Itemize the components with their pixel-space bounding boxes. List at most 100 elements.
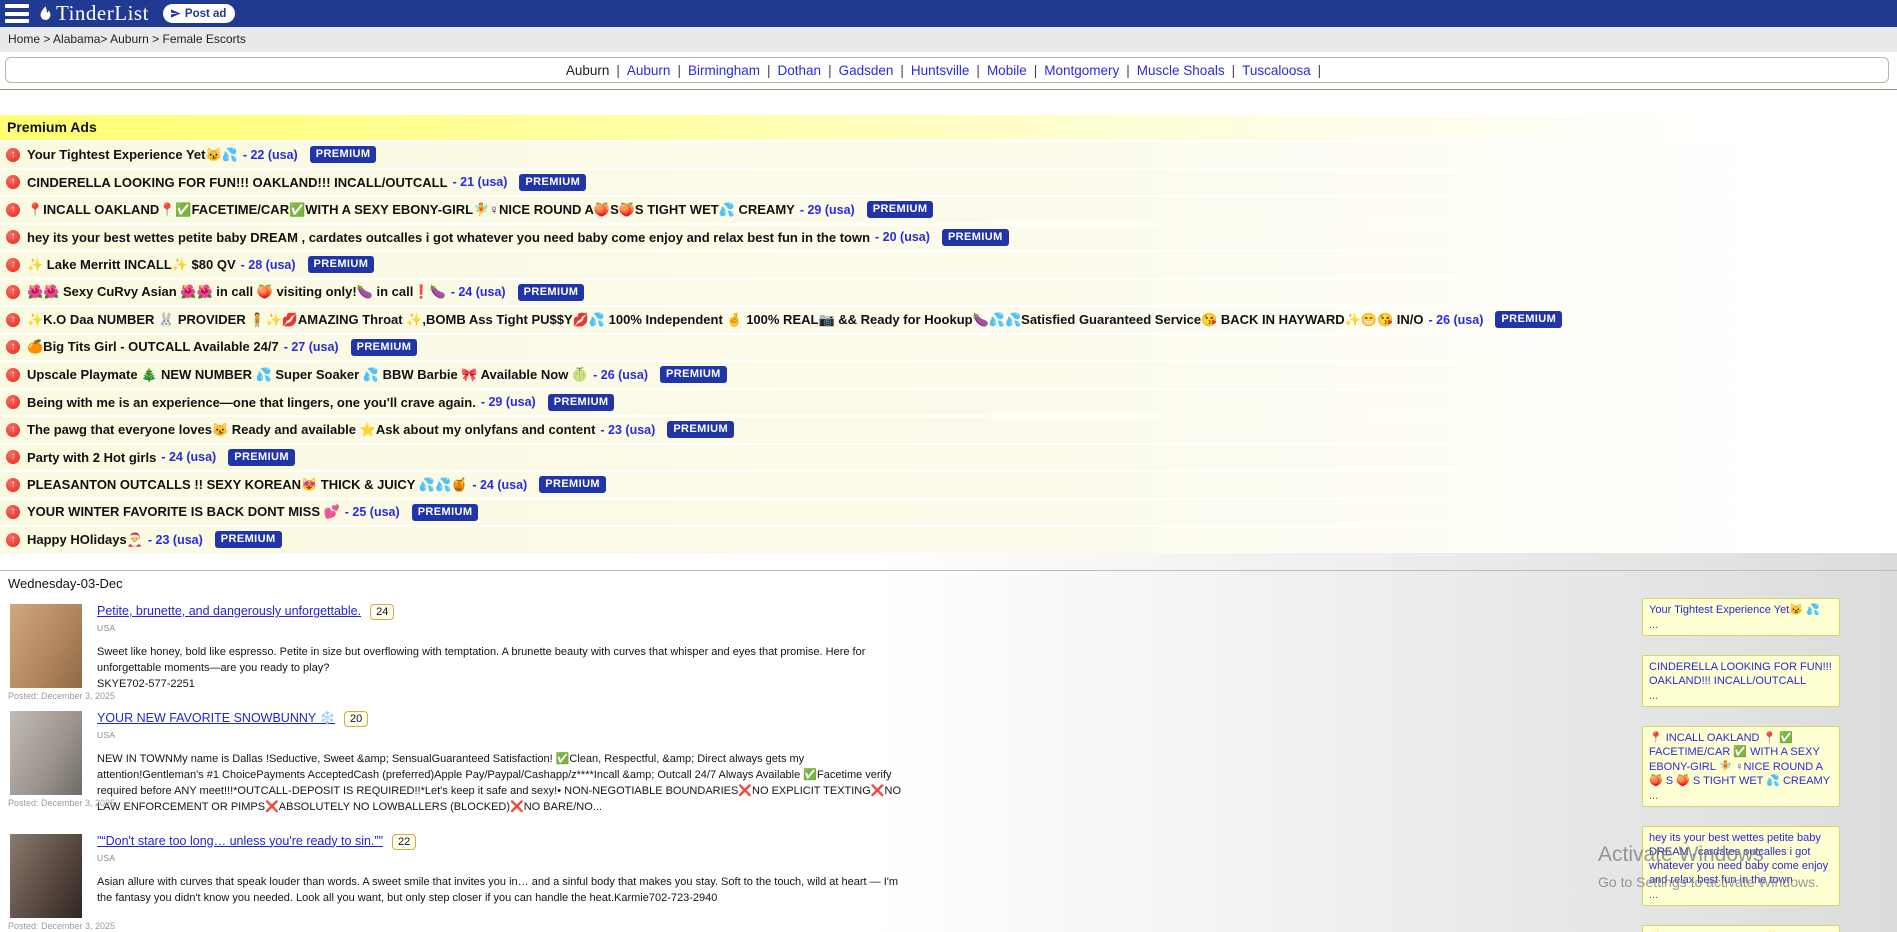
age-badge: 22 (392, 834, 416, 850)
listing-posted-date: Posted: December 3, 2025 (8, 798, 115, 808)
sidebar-ad-text: CINDERELLA LOOKING FOR FUN!!! OAKLAND!!!… (1649, 660, 1833, 688)
breadcrumb-link[interactable]: Female Escorts (162, 32, 245, 46)
sidebar-ad-box[interactable]: CINDERELLA LOOKING FOR FUN!!! OAKLAND!!!… (1642, 655, 1840, 707)
premium-ad-title: ✨K.O Daa NUMBER 🐰 PROVIDER 🧍✨💋AMAZING Th… (27, 312, 1424, 328)
city-link[interactable]: Birmingham (688, 63, 760, 78)
listing-thumbnail[interactable] (10, 834, 82, 918)
premium-ads-heading: Premium Ads (0, 115, 1897, 140)
breadcrumb-link[interactable]: Auburn (110, 32, 149, 46)
premium-ad-title: Your Tightest Experience Yet😼💦 (27, 147, 238, 163)
city-link[interactable]: Gadsden (839, 63, 894, 78)
brand-name: TinderList (56, 1, 149, 26)
city-link[interactable]: Montgomery (1044, 63, 1119, 78)
sidebar-ad-box[interactable]: ✨ Lake Merritt INCALL✨ $80 QV ... (1642, 925, 1840, 932)
sidebar-ad-box[interactable]: 📍 INCALL OAKLAND 📍 ✅ FACETIME/CAR ✅ WITH… (1642, 726, 1840, 806)
sidebar-ad-text: hey its your best wettes petite baby DRE… (1649, 831, 1833, 887)
city-link[interactable]: Auburn (627, 63, 671, 78)
up-arrow-icon: ↑ (6, 258, 20, 272)
horizontal-rule (0, 89, 1897, 90)
premium-ad-age-location: - 23 (usa) (600, 423, 655, 437)
premium-ad-title: PLEASANTON OUTCALLS !! SEXY KOREAN😻 THIC… (27, 477, 467, 493)
up-arrow-icon: ↑ (6, 533, 20, 547)
city-link[interactable]: Auburn (566, 63, 610, 78)
up-arrow-icon: ↑ (6, 230, 20, 244)
premium-ad-age-location: - 28 (usa) (241, 258, 296, 272)
up-arrow-icon: ↑ (6, 203, 20, 217)
premium-badge: PREMIUM (548, 394, 615, 411)
premium-ad-title: hey its your best wettes petite baby DRE… (27, 230, 870, 245)
up-arrow-icon: ↑ (6, 175, 20, 189)
breadcrumb-link[interactable]: Home (8, 32, 40, 46)
paper-plane-icon (170, 8, 181, 19)
listing-country: USA (97, 730, 1897, 740)
premium-ad-row[interactable]: ↑ 📍INCALL OAKLAND📍✅FACETIME/CAR✅WITH A S… (0, 195, 1897, 223)
premium-ad-title: ✨ Lake Merritt INCALL✨ $80 QV (27, 257, 236, 273)
sidebar-ad-text: 📍 INCALL OAKLAND 📍 ✅ FACETIME/CAR ✅ WITH… (1649, 731, 1833, 787)
sidebar-ad-box[interactable]: hey its your best wettes petite baby DRE… (1642, 826, 1840, 906)
brand-logo[interactable]: TinderList (37, 1, 149, 26)
city-separator: | (616, 63, 620, 78)
sidebar-ad-box[interactable]: Your Tightest Experience Yet😼 💦 ... (1642, 598, 1840, 636)
listing-title-link[interactable]: YOUR NEW FAVORITE SNOWBUNNY ❄️ (97, 711, 335, 725)
sidebar-ad-text: Your Tightest Experience Yet😼 💦 (1649, 603, 1833, 617)
listing-thumbnail[interactable] (10, 604, 82, 688)
premium-ad-age-location: - 20 (usa) (875, 230, 930, 244)
breadcrumb-link[interactable]: Alabama (53, 32, 100, 46)
up-arrow-icon: ↑ (6, 313, 20, 327)
premium-ad-row[interactable]: ↑ YOUR WINTER FAVORITE IS BACK DONT MISS… (0, 498, 1897, 526)
city-separator: | (1126, 63, 1130, 78)
premium-ad-row[interactable]: ↑ Upscale Playmate 🎄 NEW NUMBER 💦 Super … (0, 360, 1897, 388)
premium-ad-title: 🍊Big Tits Girl - OUTCALL Available 24/7 (27, 339, 279, 355)
hamburger-menu-icon[interactable] (5, 4, 29, 23)
listing-title-link[interactable]: "“Don't stare too long… unless you're re… (97, 834, 383, 848)
premium-ad-row[interactable]: ↑ ✨K.O Daa NUMBER 🐰 PROVIDER 🧍✨💋AMAZING … (0, 305, 1897, 333)
premium-badge: PREMIUM (310, 146, 377, 163)
city-link[interactable]: Mobile (987, 63, 1027, 78)
city-link[interactable]: Tuscaloosa (1242, 63, 1311, 78)
premium-ad-title: Upscale Playmate 🎄 NEW NUMBER 💦 Super So… (27, 367, 588, 383)
up-arrow-icon: ↑ (6, 148, 20, 162)
premium-ad-row[interactable]: ↑ Party with 2 Hot girls - 24 (usa) PREM… (0, 443, 1897, 471)
city-link[interactable]: Huntsville (911, 63, 970, 78)
premium-ad-row[interactable]: ↑ Happy HOlidays🎅 - 23 (usa) PREMIUM (0, 525, 1897, 553)
premium-ad-row[interactable]: ↑ 🍊Big Tits Girl - OUTCALL Available 24/… (0, 333, 1897, 361)
listing-row: Petite, brunette, and dangerously unforg… (0, 602, 1897, 693)
premium-ad-row[interactable]: ↑ Being with me is an experience—one tha… (0, 388, 1897, 416)
city-link[interactable]: Dothan (778, 63, 822, 78)
premium-ad-title: Being with me is an experience—one that … (27, 395, 476, 410)
city-separator: | (1232, 63, 1236, 78)
listing-posted-date: Posted: December 3, 2025 (8, 921, 115, 931)
breadcrumb-separator: > (40, 32, 50, 46)
premium-ad-row[interactable]: ↑ CINDERELLA LOOKING FOR FUN!!! OAKLAND!… (0, 168, 1897, 196)
premium-ad-age-location: - 29 (usa) (800, 203, 855, 217)
premium-ad-age-location: - 25 (usa) (345, 505, 400, 519)
listing-title-link[interactable]: Petite, brunette, and dangerously unforg… (97, 604, 361, 618)
premium-ad-title: 📍INCALL OAKLAND📍✅FACETIME/CAR✅WITH A SEX… (27, 202, 795, 218)
premium-badge: PREMIUM (942, 229, 1009, 246)
listing-country: USA (97, 853, 1897, 863)
premium-badge: PREMIUM (215, 531, 282, 548)
sidebar-ad-ellipsis: ... (1649, 689, 1833, 703)
listing-description: NEW IN TOWNMy name is Dallas !Seductive,… (97, 752, 912, 816)
city-link[interactable]: Muscle Shoals (1137, 63, 1225, 78)
listing-posted-date: Posted: December 3, 2025 (8, 691, 115, 701)
premium-ad-age-location: - 21 (usa) (453, 175, 508, 189)
premium-badge: PREMIUM (308, 256, 375, 273)
post-ad-button[interactable]: Post ad (163, 4, 236, 23)
premium-ad-row[interactable]: ↑ 🌺🌺 Sexy CuRvy Asian 🌺🌺 in call 🍑 visit… (0, 278, 1897, 306)
premium-badge: PREMIUM (228, 449, 295, 466)
premium-ad-row[interactable]: ↑ ✨ Lake Merritt INCALL✨ $80 QV - 28 (us… (0, 250, 1897, 278)
premium-badge: PREMIUM (539, 476, 606, 493)
city-nav-box: Auburn | Auburn | Birmingham | Dothan | Gads… (5, 57, 1889, 83)
premium-ad-row[interactable]: ↑ The pawg that everyone loves😼 Ready an… (0, 415, 1897, 443)
premium-ad-row[interactable]: ↑ hey its your best wettes petite baby D… (0, 223, 1897, 251)
premium-ad-row[interactable]: ↑ Your Tightest Experience Yet😼💦 - 22 (u… (0, 140, 1897, 168)
city-separator: | (828, 63, 832, 78)
city-separator: | (767, 63, 771, 78)
premium-ad-row[interactable]: ↑ PLEASANTON OUTCALLS !! SEXY KOREAN😻 TH… (0, 470, 1897, 498)
sidebar-ad-ellipsis: ... (1649, 618, 1833, 632)
premium-ad-age-location: - 29 (usa) (481, 395, 536, 409)
listing-thumbnail[interactable] (10, 711, 82, 795)
listing-description: Sweet like honey, bold like espresso. Pe… (97, 645, 912, 693)
up-arrow-icon: ↑ (6, 478, 20, 492)
